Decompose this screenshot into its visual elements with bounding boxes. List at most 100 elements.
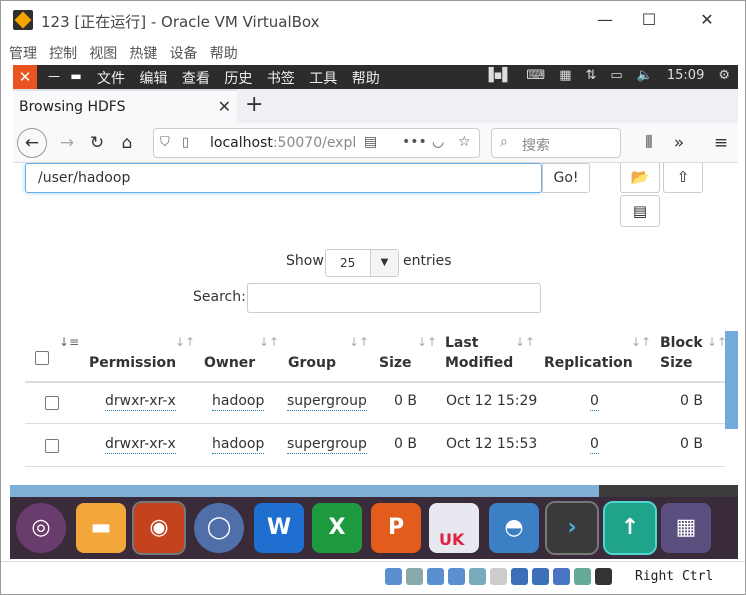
pocket-icon[interactable]: ◡ bbox=[432, 134, 444, 150]
menu-view[interactable]: 视图 bbox=[89, 41, 117, 65]
cell-owner[interactable]: hadoop bbox=[212, 393, 265, 411]
terminal-icon[interactable]: › bbox=[545, 501, 599, 555]
table-row[interactable]: drwxr-xr-x hadoop supergroup 0 B Oct 12 … bbox=[25, 381, 725, 424]
cell-owner[interactable]: hadoop bbox=[212, 436, 265, 454]
installer-icon[interactable]: ◓ bbox=[489, 503, 539, 553]
app-menu-view[interactable]: 查看 bbox=[182, 71, 210, 87]
display-icon[interactable] bbox=[511, 568, 528, 585]
col-group[interactable]: Group bbox=[288, 353, 336, 373]
sort-icon[interactable]: ↓↑ bbox=[515, 335, 535, 349]
files-folder-icon[interactable]: ▬ bbox=[76, 503, 126, 553]
updater-icon[interactable]: ↑ bbox=[603, 501, 657, 555]
keyboard-capture-icon[interactable] bbox=[595, 568, 612, 585]
impress-icon[interactable]: P bbox=[371, 503, 421, 553]
hard-disk-icon[interactable] bbox=[385, 568, 402, 585]
row-checkbox[interactable] bbox=[45, 439, 59, 453]
app-menu-tools[interactable]: 工具 bbox=[309, 71, 337, 87]
clock[interactable]: 15:09 bbox=[667, 68, 704, 83]
overflow-chevron-icon[interactable]: » bbox=[665, 129, 693, 157]
list-view-icon[interactable]: ▤ bbox=[620, 195, 660, 227]
cell-group[interactable]: supergroup bbox=[287, 393, 367, 411]
entries-per-page-select[interactable]: 25 ▼ bbox=[325, 249, 399, 277]
app-menu-edit[interactable]: 编辑 bbox=[139, 71, 167, 87]
directory-path-input[interactable]: /user/hadoop bbox=[25, 163, 542, 193]
search-bar[interactable]: ⌕ 搜索 bbox=[491, 128, 621, 158]
back-button[interactable]: ← bbox=[17, 128, 47, 158]
firefox-icon[interactable]: ◉ bbox=[132, 501, 186, 555]
select-all-checkbox[interactable] bbox=[35, 351, 49, 365]
app-menu-history[interactable]: 历史 bbox=[224, 71, 252, 87]
app-minimize-button[interactable]: — bbox=[43, 65, 65, 89]
reader-view-icon[interactable]: ▤ bbox=[364, 134, 377, 150]
app-menu-file[interactable]: 文件 bbox=[97, 71, 125, 87]
ubuntu-launcher-icon[interactable]: ◎ bbox=[16, 503, 66, 553]
tab-browsing-hdfs[interactable]: Browsing HDFS ✕ bbox=[13, 89, 237, 123]
cell-replication[interactable]: 0 bbox=[590, 393, 599, 411]
col-permission[interactable]: Permission bbox=[89, 353, 176, 373]
menu-control[interactable]: 控制 bbox=[49, 41, 77, 65]
chevron-down-icon[interactable]: ▼ bbox=[370, 250, 398, 276]
menu-help[interactable]: 帮助 bbox=[210, 41, 238, 65]
menu-manage[interactable]: 管理 bbox=[9, 41, 37, 65]
cell-permission[interactable]: drwxr-xr-x bbox=[105, 436, 176, 454]
go-button[interactable]: Go! bbox=[542, 163, 590, 193]
minimize-button[interactable]: — bbox=[585, 7, 625, 33]
col-block-size[interactable]: Size bbox=[660, 353, 693, 373]
cpu-icon[interactable] bbox=[553, 568, 570, 585]
horizontal-scrollbar[interactable] bbox=[10, 485, 738, 497]
col-owner[interactable]: Owner bbox=[204, 353, 255, 373]
gear-icon[interactable]: ⚙ bbox=[718, 68, 730, 83]
audio-icon[interactable] bbox=[427, 568, 444, 585]
upload-icon[interactable]: ⇧ bbox=[663, 163, 703, 193]
col-size[interactable]: Size bbox=[379, 353, 412, 373]
sort-icon[interactable]: ↓↑ bbox=[349, 335, 369, 349]
url-text[interactable]: localhost:50070/expl bbox=[210, 135, 360, 151]
mouse-integration-icon[interactable] bbox=[574, 568, 591, 585]
app-maximize-button[interactable]: ▬ bbox=[65, 65, 87, 89]
software-center-icon[interactable]: UK bbox=[429, 503, 479, 553]
create-folder-icon[interactable]: 📂 bbox=[620, 163, 660, 193]
close-window-button[interactable]: ✕ bbox=[687, 7, 727, 33]
sort-icon[interactable]: ↓↑ bbox=[175, 335, 195, 349]
cell-permission[interactable]: drwxr-xr-x bbox=[105, 393, 176, 411]
shield-icon[interactable]: ⛉ bbox=[160, 135, 170, 150]
url-bar[interactable]: ⛉ ▯ localhost:50070/expl ▤ ••• ◡ ☆ bbox=[153, 128, 480, 158]
col-last[interactable]: Last bbox=[445, 333, 478, 353]
usb-icon[interactable] bbox=[469, 568, 486, 585]
page-actions-icon[interactable]: ••• bbox=[402, 134, 427, 150]
recording-icon[interactable] bbox=[532, 568, 549, 585]
table-row[interactable]: drwxr-xr-x hadoop supergroup 0 B Oct 12 … bbox=[25, 424, 725, 467]
row-checkbox[interactable] bbox=[45, 396, 59, 410]
library-icon[interactable]: ⫴ bbox=[635, 129, 663, 157]
transfer-arrows-icon[interactable]: ⇅ bbox=[585, 68, 596, 83]
network-wired-icon[interactable]: ▐▪▌ bbox=[484, 68, 513, 83]
table-search-input[interactable] bbox=[247, 283, 541, 313]
writer-icon[interactable]: W bbox=[254, 503, 304, 553]
new-tab-button[interactable]: + bbox=[245, 92, 263, 117]
app-close-button[interactable]: ✕ bbox=[13, 65, 37, 89]
cell-group[interactable]: supergroup bbox=[287, 436, 367, 454]
calc-icon[interactable]: X bbox=[312, 503, 362, 553]
app-menu-help[interactable]: 帮助 bbox=[352, 71, 380, 87]
sort-asc-icon[interactable]: ↓≡ bbox=[59, 335, 79, 349]
volume-icon[interactable]: 🔈 bbox=[637, 68, 653, 83]
home-icon[interactable]: ⌂ bbox=[113, 129, 141, 157]
battery-icon[interactable]: ▭ bbox=[610, 68, 622, 83]
sort-icon[interactable]: ↓↑ bbox=[417, 335, 437, 349]
sort-icon[interactable]: ↓↑ bbox=[259, 335, 279, 349]
col-block[interactable]: Block bbox=[660, 333, 703, 353]
keyboard-icon[interactable]: ⌨ bbox=[526, 68, 545, 83]
page-info-icon[interactable]: ▯ bbox=[182, 135, 189, 150]
app-menu-bookmarks[interactable]: 书签 bbox=[267, 71, 295, 87]
menu-devices[interactable]: 设备 bbox=[170, 41, 198, 65]
cell-replication[interactable]: 0 bbox=[590, 436, 599, 454]
col-replication[interactable]: Replication bbox=[544, 353, 633, 373]
chromium-icon[interactable]: ◯ bbox=[194, 503, 244, 553]
optical-drive-icon[interactable] bbox=[406, 568, 423, 585]
forward-button[interactable]: → bbox=[53, 129, 81, 157]
menu-hotkey[interactable]: 热键 bbox=[129, 41, 157, 65]
hamburger-menu-icon[interactable]: ≡ bbox=[707, 129, 735, 157]
vertical-scrollbar-thumb[interactable] bbox=[725, 331, 738, 429]
horizontal-scrollbar-thumb[interactable] bbox=[10, 485, 599, 497]
tab-close-icon[interactable]: ✕ bbox=[218, 97, 231, 116]
